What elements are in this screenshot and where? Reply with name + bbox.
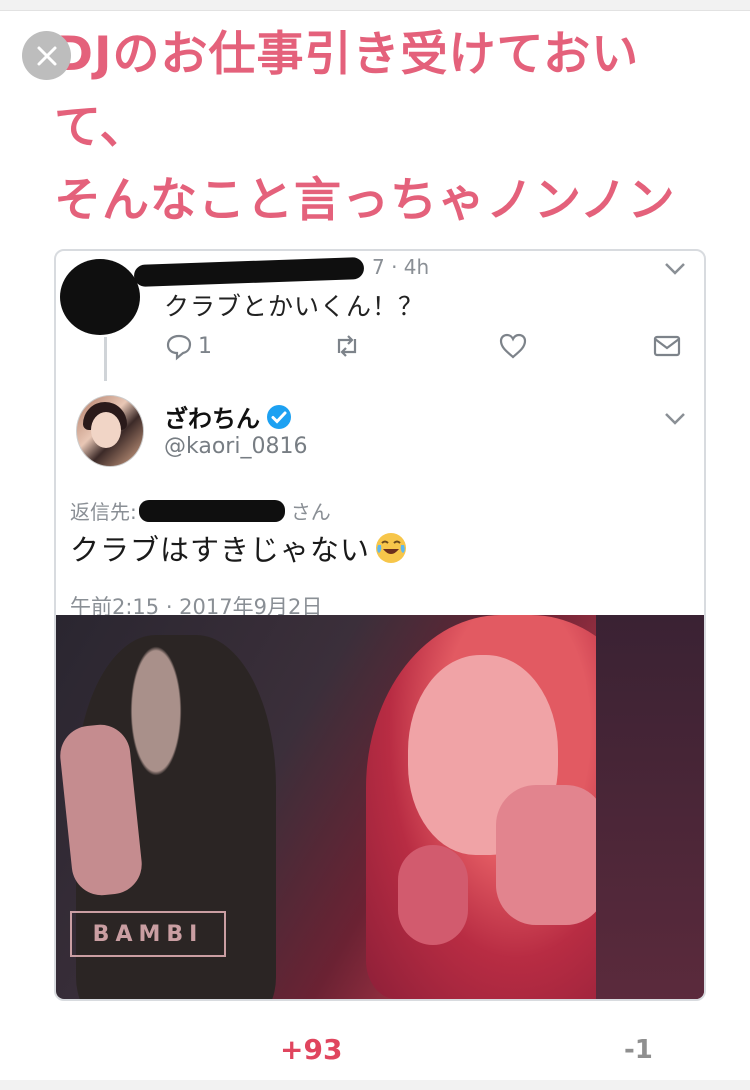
redacted-avatar [60, 259, 140, 335]
main-tweet-text-body: クラブはすきじゃない [70, 533, 371, 567]
downvote-button[interactable]: -1 [624, 1035, 653, 1065]
photo-person-hand [496, 785, 606, 925]
main-tweet-text: クラブはすきじゃない [70, 527, 408, 569]
chevron-down-icon[interactable] [664, 411, 686, 425]
close-icon [37, 46, 56, 65]
reply-icon [166, 334, 192, 361]
mail-icon [653, 335, 681, 357]
upvote-button[interactable]: +93 [280, 1033, 342, 1066]
reply-to-suffix: さん [290, 500, 331, 524]
tweet-screenshot-card: 7 · 4h クラブとかいくん！？ 1 ざわちん @kaori_0816 返信先… [54, 249, 706, 1001]
direct-message-button[interactable] [652, 331, 682, 361]
user-handle[interactable]: @kaori_0816 [164, 434, 307, 459]
display-name[interactable]: ざわちん [164, 399, 292, 434]
photo-headphones [398, 845, 468, 945]
reply-to-label: 返信先: [70, 500, 137, 524]
reply-button[interactable]: 1 [164, 331, 212, 361]
headline-line-1: DJのお仕事引き受けておいて、 [54, 27, 640, 155]
verified-badge-icon [267, 404, 291, 429]
redacted-username [133, 256, 365, 288]
avatar[interactable] [76, 395, 144, 467]
reply-count: 1 [198, 333, 212, 359]
face-with-tears-of-joy-icon [376, 533, 407, 563]
photo-dark-area [596, 615, 704, 999]
reply-tweet-meta: 7 · 4h [372, 255, 430, 279]
reply-tweet-actions: 1 [164, 331, 694, 367]
heart-icon [499, 333, 527, 359]
display-name-text: ざわちん [164, 405, 260, 433]
like-button[interactable] [498, 331, 528, 361]
chevron-down-icon[interactable] [664, 261, 686, 275]
close-button[interactable] [22, 31, 71, 80]
bottom-divider [0, 1080, 750, 1090]
redacted-reply-target [138, 499, 285, 522]
retweet-button[interactable] [332, 331, 362, 361]
tweet-photo[interactable]: BAMBI [56, 615, 704, 999]
top-divider [0, 0, 750, 11]
reply-tweet-text: クラブとかいくん！？ [164, 292, 425, 321]
bambi-watermark: BAMBI [70, 911, 226, 957]
reply-to-line: 返信先: さん [70, 496, 331, 525]
retweet-icon [337, 335, 357, 357]
thread-connector [104, 337, 107, 381]
